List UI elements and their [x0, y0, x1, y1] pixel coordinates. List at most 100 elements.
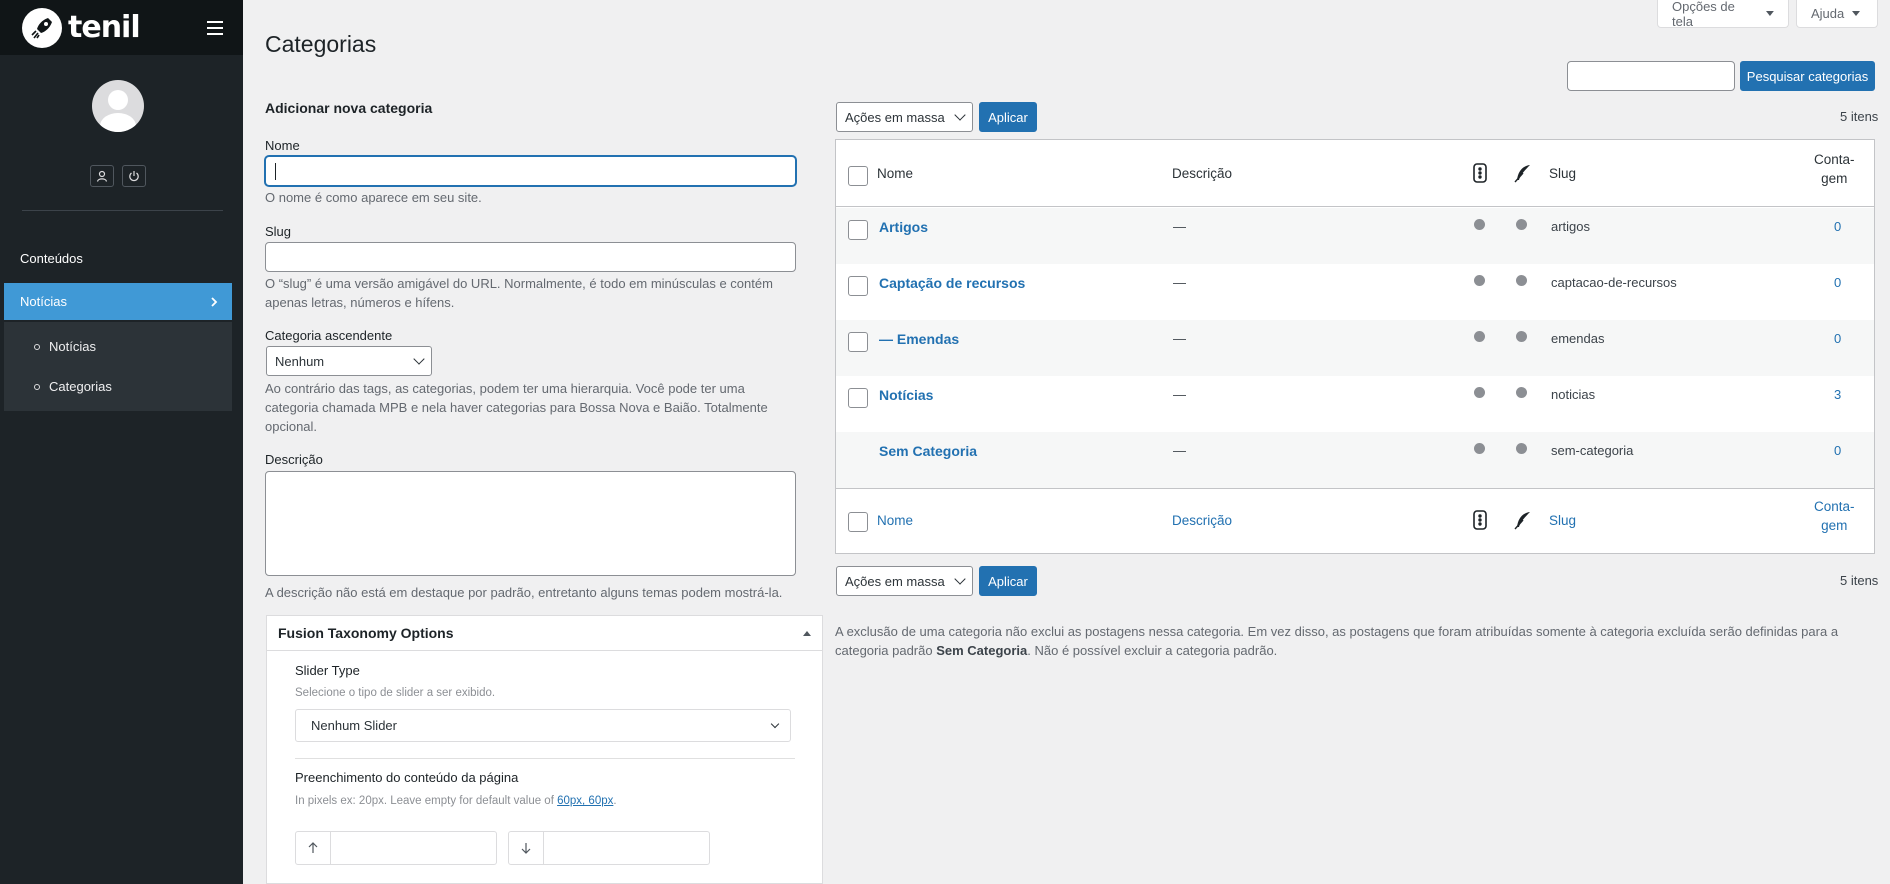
- add-category-heading: Adicionar nova categoria: [265, 100, 433, 116]
- status-dot-icon: [1474, 387, 1485, 398]
- sidebar-header: tenil: [0, 0, 243, 55]
- parent-select[interactable]: Nenhum: [266, 346, 432, 376]
- col-slug-footer[interactable]: Slug: [1549, 513, 1576, 528]
- row-checkbox[interactable]: [848, 220, 868, 240]
- category-slug: emendas: [1551, 331, 1605, 346]
- bulk-actions-value: Ações em massa: [845, 109, 945, 125]
- status-dot-icon: [1516, 219, 1527, 230]
- sidebar-item-noticias[interactable]: Notícias: [4, 283, 232, 320]
- row-checkbox[interactable]: [848, 332, 868, 352]
- note-text: padrão: [892, 643, 933, 658]
- status-dot-icon: [1474, 275, 1485, 286]
- col-count-footer[interactable]: Conta- gem: [1814, 497, 1855, 535]
- select-all-checkbox[interactable]: [848, 166, 868, 186]
- sidebar-item-conteudos[interactable]: Conteúdos: [20, 251, 83, 266]
- category-slug: sem-categoria: [1551, 443, 1634, 458]
- apply-button-bottom[interactable]: Aplicar: [979, 566, 1037, 596]
- row-checkbox[interactable]: [848, 276, 868, 296]
- screen-options-button[interactable]: Opções de tela: [1657, 0, 1789, 29]
- chevron-down-icon: [954, 573, 966, 585]
- parent-hint: Ao contrário das tags, as categorias, po…: [265, 379, 768, 436]
- profile-icon[interactable]: [90, 165, 114, 187]
- description-textarea[interactable]: [265, 471, 796, 576]
- col-name-footer[interactable]: Nome: [877, 513, 913, 528]
- category-slug: noticias: [1551, 387, 1596, 402]
- category-count-link[interactable]: 0: [1834, 219, 1841, 234]
- help-button[interactable]: Ajuda: [1796, 0, 1878, 28]
- category-description: —: [1173, 219, 1186, 234]
- padding-default-link[interactable]: 60px, 60px: [557, 795, 613, 807]
- col-count-header[interactable]: Conta- gem: [1814, 150, 1855, 188]
- traffic-light-icon: [1473, 163, 1487, 186]
- parent-hint-line: Ao contrário das tags, as categorias, po…: [265, 381, 745, 396]
- add-category-heading-wrap: Adicionar nova categoria: [265, 100, 800, 116]
- category-count-link[interactable]: 3: [1834, 387, 1841, 402]
- col-description-footer[interactable]: Descrição: [1172, 513, 1232, 528]
- profile-actions: [90, 165, 146, 187]
- menu-toggle-icon[interactable]: [207, 20, 223, 35]
- submenu-label: Notícias: [49, 339, 96, 354]
- submenu-item-categorias[interactable]: Categorias: [34, 379, 112, 394]
- logo[interactable]: tenil: [22, 7, 141, 48]
- caret-down-icon: [1766, 10, 1774, 16]
- description-label: Descrição: [265, 452, 323, 467]
- fusion-panel-title: Fusion Taxonomy Options: [278, 625, 454, 641]
- sidebar-divider: [22, 210, 223, 211]
- table-row: — Emendas — emendas 0: [836, 320, 1874, 376]
- submenu-item-noticias[interactable]: Notícias: [34, 339, 96, 354]
- power-icon[interactable]: [122, 165, 146, 187]
- padding-hint: In pixels ex: 20px. Leave empty for defa…: [295, 795, 617, 807]
- table-header: Nome Descrição Slug Conta- gem: [836, 140, 1874, 207]
- category-name-link[interactable]: Captação de recursos: [879, 275, 1025, 291]
- apply-button[interactable]: Aplicar: [979, 102, 1037, 132]
- fusion-taxonomy-panel: Fusion Taxonomy Options Slider Type Sele…: [266, 615, 823, 884]
- note-text: . Não é possível excluir a categoria pad…: [1027, 643, 1278, 658]
- name-input[interactable]: [265, 156, 796, 186]
- name-hint: O nome é como aparece em seu site.: [265, 190, 482, 205]
- col-slug-header[interactable]: Slug: [1549, 166, 1576, 181]
- traffic-light-icon: [1473, 510, 1487, 533]
- search-input[interactable]: [1567, 61, 1735, 91]
- bulk-actions-value: Ações em massa: [845, 573, 945, 589]
- table-footer: Nome Descrição Slug Conta- gem: [836, 488, 1874, 554]
- slug-input[interactable]: [265, 242, 796, 272]
- category-name-link[interactable]: — Emendas: [879, 331, 959, 347]
- select-all-checkbox-footer[interactable]: [848, 512, 868, 532]
- bulk-actions-select[interactable]: Ações em massa: [836, 102, 973, 132]
- status-dot-icon: [1516, 275, 1527, 286]
- search-button[interactable]: Pesquisar categorias: [1740, 61, 1875, 91]
- avatar[interactable]: [92, 80, 144, 132]
- row-checkbox[interactable]: [848, 388, 868, 408]
- table-row: Notícias — noticias 3: [836, 376, 1874, 432]
- slider-type-value: Nenhum Slider: [311, 718, 397, 733]
- category-name-link[interactable]: Sem Categoria: [879, 443, 977, 459]
- slider-type-hint: Selecione o tipo de slider a ser exibido…: [295, 687, 496, 699]
- category-name-link[interactable]: Artigos: [879, 219, 928, 235]
- feather-icon: [1514, 163, 1532, 186]
- slug-hint-line: apenas letras, números e hífens.: [265, 295, 455, 310]
- category-name-link[interactable]: Notícias: [879, 387, 933, 403]
- bulk-actions-select-bottom[interactable]: Ações em massa: [836, 566, 973, 596]
- category-count-link[interactable]: 0: [1834, 443, 1841, 458]
- fusion-panel-header[interactable]: Fusion Taxonomy Options: [267, 616, 822, 651]
- screen-options-label: Opções de tela: [1672, 0, 1735, 29]
- slug-hint-line: O “slug” é uma versão amigável do URL. N…: [265, 276, 773, 291]
- status-dot-icon: [1474, 331, 1485, 342]
- col-description-header[interactable]: Descrição: [1172, 166, 1232, 181]
- status-dot-icon: [1516, 331, 1527, 342]
- padding-bottom-field[interactable]: [508, 831, 710, 865]
- category-count-link[interactable]: 0: [1834, 275, 1841, 290]
- slug-label: Slug: [265, 224, 292, 239]
- slug-hint: O “slug” é uma versão amigável do URL. N…: [265, 274, 773, 312]
- items-count-bottom: 5 itens: [1840, 573, 1879, 588]
- bullet-icon: [34, 343, 40, 350]
- category-description: —: [1173, 331, 1186, 346]
- table-row: Sem Categoria — sem-categoria 0: [836, 432, 1874, 488]
- padding-top-field[interactable]: [295, 831, 497, 865]
- category-description: —: [1173, 387, 1186, 402]
- collapse-arrow-icon[interactable]: [803, 630, 811, 636]
- slider-type-select[interactable]: Nenhum Slider: [295, 709, 791, 742]
- category-count-link[interactable]: 0: [1834, 331, 1841, 346]
- col-name-header[interactable]: Nome: [877, 166, 913, 181]
- submenu-label: Categorias: [49, 379, 112, 394]
